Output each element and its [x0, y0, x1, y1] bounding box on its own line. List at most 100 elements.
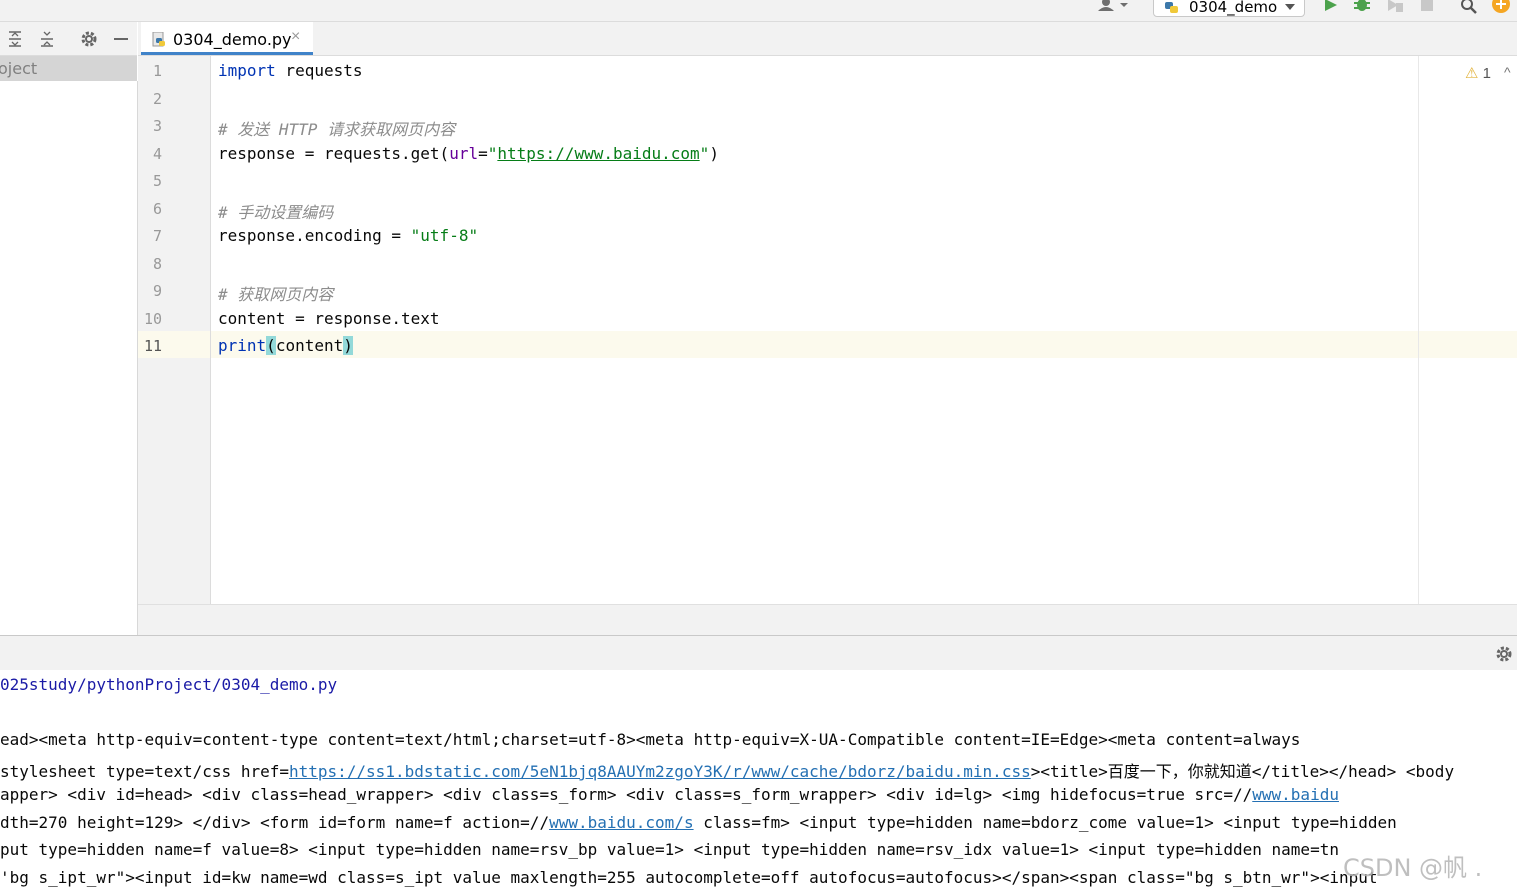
user-menu-button[interactable] — [1096, 0, 1132, 17]
line-number-gutter: 1 2 3 4 5 6 7 8 9 10 11 — [138, 56, 211, 604]
expand-all-icon — [9, 31, 21, 47]
run-icon — [1325, 0, 1337, 11]
debug-icon — [1354, 0, 1370, 11]
code-line-current: print(content) — [218, 336, 353, 355]
code-line: # 获取网页内容 — [218, 281, 333, 305]
line-number: 4 — [152, 145, 162, 163]
comment: # 手动设置编码 — [218, 203, 334, 222]
comment: # 发送 HTTP 请求获取网页内容 — [218, 120, 456, 139]
gear-icon[interactable] — [1495, 645, 1513, 663]
run-configuration-select[interactable]: 0304_demo — [1153, 0, 1305, 17]
project-tree-label: oject — [0, 59, 38, 78]
tab-label: 0304_demo.py — [173, 30, 292, 49]
code-text: content — [275, 336, 344, 355]
console-link[interactable]: www.baidu.com/s — [549, 813, 694, 832]
project-tree — [0, 81, 138, 635]
code-line: content = response.text — [218, 309, 440, 328]
hide-panel-button[interactable] — [112, 30, 130, 48]
main-toolbar: 0304_demo — [0, 0, 1517, 22]
console-line: stylesheet type=text/css href=https://ss… — [0, 758, 1454, 782]
code-text: ) — [709, 144, 719, 163]
update-icon — [1492, 0, 1510, 13]
run-console-output[interactable]: 025study/pythonProject/0304_demo.py ead>… — [0, 670, 1517, 892]
expand-all-button[interactable] — [6, 30, 24, 48]
parameter-name: url — [449, 144, 479, 163]
run-button[interactable] — [1321, 0, 1341, 17]
line-number: 1 — [152, 62, 162, 80]
project-tree-root[interactable]: oject — [0, 56, 137, 81]
project-panel-toolbar — [0, 22, 137, 56]
line-number: 6 — [152, 200, 162, 218]
run-with-coverage-button[interactable] — [1385, 0, 1405, 17]
line-number: 9 — [152, 282, 162, 300]
debug-button[interactable] — [1352, 0, 1372, 17]
comment: # 获取网页内容 — [218, 285, 334, 304]
code-line: # 手动设置编码 — [218, 199, 333, 223]
code-text: response = requests.get( — [218, 144, 450, 163]
chevron-down-icon — [1285, 4, 1295, 10]
console-text: apper> <div id=head> <div class=head_wra… — [0, 785, 1253, 804]
line-number: 3 — [152, 117, 162, 135]
matched-bracket: ) — [343, 336, 353, 355]
line-number: 7 — [152, 227, 162, 245]
code-editor[interactable]: 1 2 3 4 5 6 7 8 9 10 11 import requests … — [138, 56, 1517, 604]
close-tab-icon[interactable]: × — [291, 28, 300, 46]
gear-icon — [81, 31, 97, 47]
matched-bracket: ( — [266, 336, 276, 355]
console-line: dth=270 height=129> </div> <form id=form… — [0, 813, 1397, 832]
builtin-function: print — [218, 336, 267, 355]
string-literal: "utf-8" — [410, 226, 479, 245]
search-icon — [1461, 0, 1477, 14]
collapse-all-icon — [41, 31, 53, 47]
code-line: response.encoding = "utf-8" — [218, 226, 478, 245]
keyword: import — [218, 61, 276, 80]
search-everywhere-button[interactable] — [1459, 0, 1479, 17]
watermark: CSDN @帆 . — [1343, 854, 1483, 882]
console-command-line: 025study/pythonProject/0304_demo.py — [0, 675, 338, 694]
code-text: requests — [275, 61, 363, 80]
run-tool-window-header — [0, 635, 1517, 671]
url-link[interactable]: https://www.baidu.com — [497, 144, 699, 163]
warning-count: 1 — [1482, 65, 1491, 82]
minimize-icon — [114, 38, 128, 40]
tab-0304-demo-py[interactable]: 0304_demo.py × — [141, 22, 313, 55]
coverage-icon — [1388, 0, 1403, 12]
code-text: = — [478, 144, 488, 163]
editor-horizontal-scrollbar[interactable] — [138, 604, 1517, 635]
console-line: 'bg s_ipt_wr"><input id=kw name=wd class… — [0, 868, 1378, 887]
code-line: import requests — [218, 61, 363, 80]
inspection-widget[interactable]: ⚠ 1 — [1465, 64, 1491, 82]
right-margin-guide — [1418, 56, 1419, 604]
stop-icon — [1421, 0, 1433, 11]
console-line: put type=hidden name=f value=8> <input t… — [0, 840, 1339, 859]
user-icon — [1098, 0, 1128, 11]
line-number: 10 — [143, 310, 162, 328]
python-file-icon — [152, 32, 165, 47]
python-icon — [1165, 2, 1178, 13]
string-quote: " — [699, 144, 710, 163]
code-text: content = response.text — [218, 309, 440, 328]
collapse-all-button[interactable] — [38, 30, 56, 48]
warning-icon: ⚠ — [1465, 65, 1479, 82]
project-settings-button[interactable] — [80, 30, 98, 48]
console-text: dth=270 height=129> </div> <form id=form… — [0, 813, 550, 832]
code-text: response.encoding = — [218, 226, 411, 245]
stop-button[interactable] — [1418, 0, 1438, 17]
console-text: stylesheet type=text/css href= — [0, 762, 289, 781]
console-link[interactable]: https://ss1.bdstatic.com/5eN1bjq8AAUYm2z… — [289, 762, 1031, 781]
chevron-up-icon[interactable]: ^ — [1504, 64, 1511, 80]
line-number-current: 11 — [143, 337, 162, 355]
code-line: response = requests.get(url="https://www… — [218, 144, 719, 163]
line-number: 2 — [152, 90, 162, 108]
console-link[interactable]: www.baidu — [1252, 785, 1339, 804]
console-text: class=fm> <input type=hidden name=bdorz_… — [693, 813, 1397, 832]
string-quote: " — [487, 144, 498, 163]
code-line: # 发送 HTTP 请求获取网页内容 — [218, 116, 455, 140]
editor-tab-bar: 0304_demo.py × — [138, 22, 1517, 56]
chevron-down-icon — [1120, 3, 1128, 7]
console-text: ><title>百度一下，你就知道</title></head> <body — [1030, 762, 1455, 781]
line-number: 8 — [152, 255, 162, 273]
line-number: 5 — [152, 172, 162, 190]
updates-button[interactable] — [1491, 0, 1511, 17]
console-line: ead><meta http-equiv=content-type conten… — [0, 730, 1301, 749]
